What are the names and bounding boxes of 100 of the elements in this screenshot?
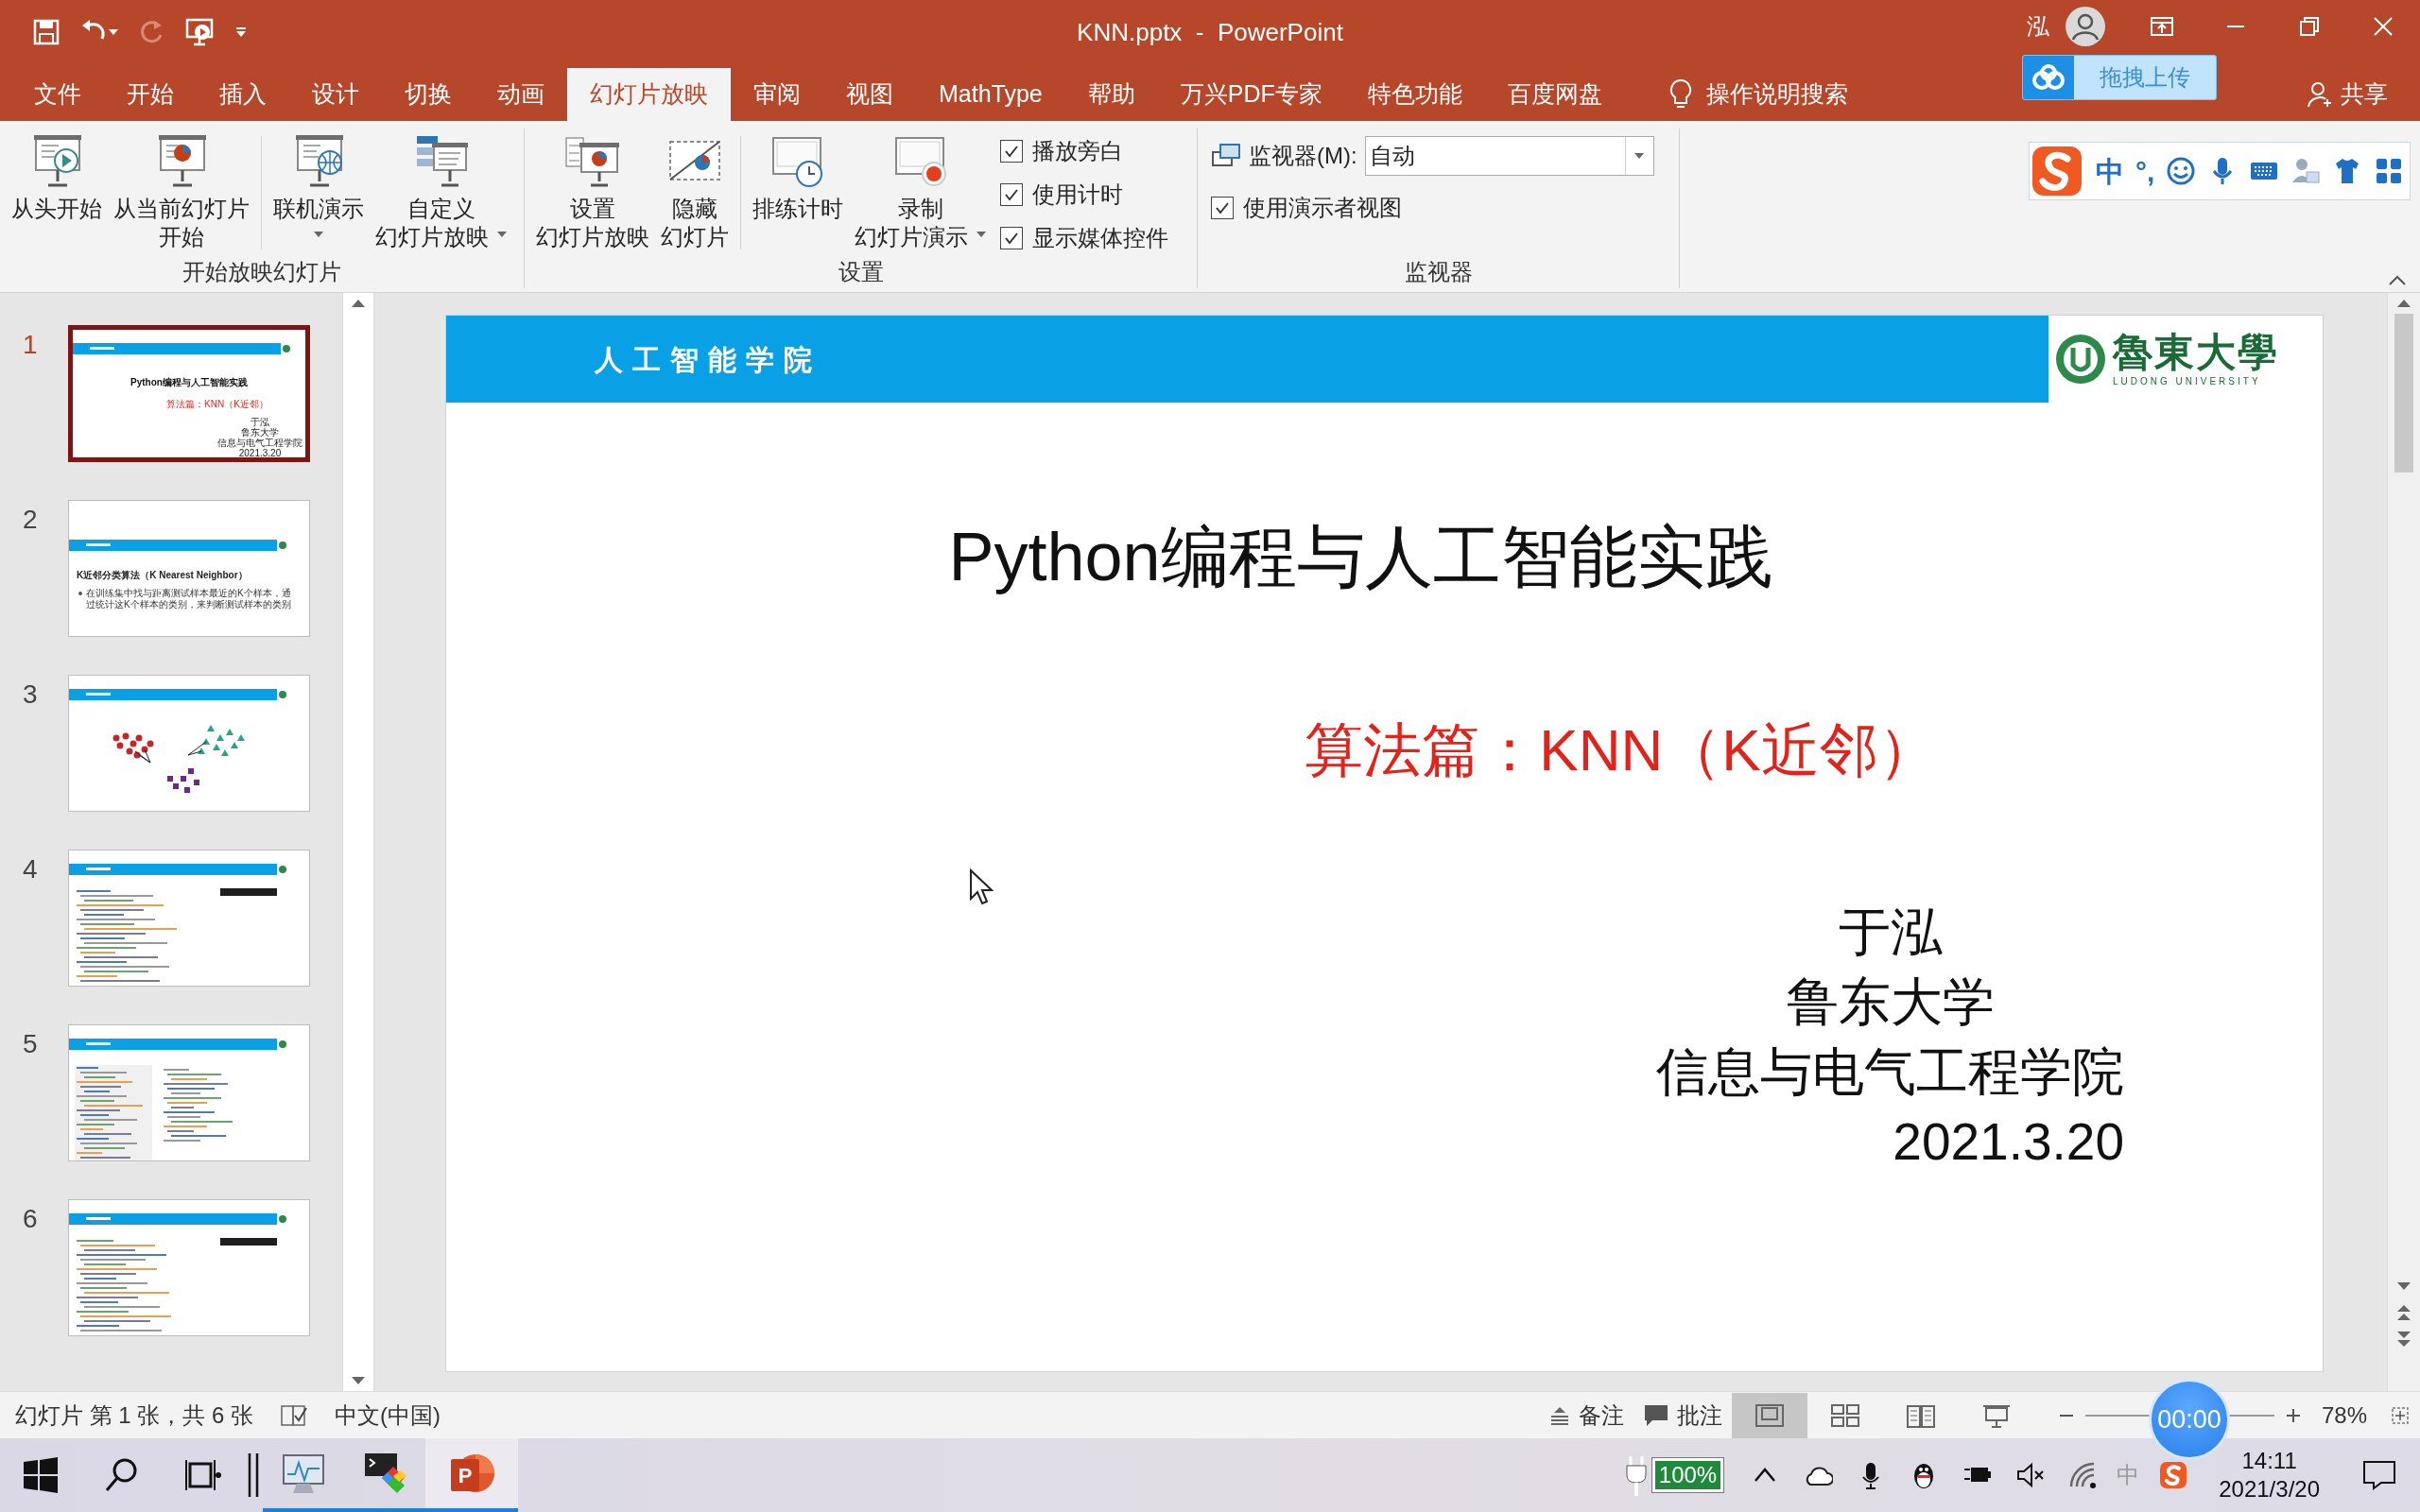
slide-thumbnail[interactable] (68, 1024, 310, 1161)
slide-subtitle: 算法篇：KNN（K近邻） (1304, 716, 1938, 784)
share-button[interactable]: 共享 (2301, 68, 2394, 121)
scroll-up-icon[interactable] (351, 299, 366, 308)
ribbon-button[interactable]: 排练计时 (747, 129, 849, 223)
date-text: 2021.3.20 (1893, 1111, 2124, 1173)
checkbox-label: 使用计时 (1032, 180, 1123, 209)
slide-number: 5 (22, 1028, 39, 1060)
ribbon-tab[interactable]: 审阅 (731, 68, 823, 121)
group-label: 开始放映幻灯片 (182, 258, 342, 286)
thumbnail-subtitle: 算法篇：KNN（K近邻） (165, 398, 269, 411)
ribbon-button[interactable]: 设置 幻灯片放映 (530, 129, 655, 251)
university-name: 魯東大學 (2113, 330, 2279, 374)
ribbon-button[interactable]: 自定义 幻灯片放映 (370, 129, 513, 251)
slide-thumbnail[interactable] (68, 850, 310, 987)
ribbon-tab[interactable]: 百度网盘 (1484, 68, 1625, 121)
data-point (173, 783, 179, 789)
slide-number: 2 (22, 504, 39, 536)
monitor-select[interactable]: 自动 (1364, 136, 1654, 176)
scrollbar[interactable] (2387, 293, 2420, 1391)
checkbox[interactable] (1000, 140, 1023, 163)
ribbon-tab[interactable]: 动画 (475, 68, 567, 121)
ribbon-tab[interactable]: 特色功能 (1344, 68, 1485, 121)
author-text: 信息与电气工程学院 (1656, 1041, 2124, 1103)
checkbox[interactable] (1211, 197, 1234, 219)
mouse-cursor-icon (969, 868, 994, 906)
collapse-ribbon-icon[interactable] (2388, 275, 2407, 286)
scroll-up-icon[interactable] (2396, 299, 2411, 308)
scroll-down-icon[interactable] (2396, 1281, 2411, 1291)
slide-thumbnail[interactable]: Python编程与人工智能实践 算法篇：KNN（K近邻） 于泓 鲁东大学 信息与电气工程学院 2021.3.20 (68, 325, 310, 462)
ribbon-tab[interactable]: 万兴PDF专家 (1157, 68, 1345, 121)
monitor-label: 监视器(M): (1249, 142, 1357, 170)
user-name: 泓 (2027, 12, 2049, 41)
ribbon-tab[interactable]: 切换 (382, 68, 475, 121)
speaker-muted-icon[interactable] (2014, 1460, 2046, 1490)
minimize-icon (2227, 26, 2244, 27)
data-point (184, 787, 190, 793)
power-plug-icon (1623, 1454, 1649, 1496)
ribbon-tab[interactable]: 插入 (197, 68, 289, 121)
ribbon-tab[interactable]: 文件 (11, 68, 104, 121)
scrollbar-thumb[interactable] (2394, 314, 2413, 472)
ribbon-tab[interactable]: 开始 (104, 68, 197, 121)
thumbnail-title: K近邻分类算法（K Nearest Neighbor） (77, 569, 249, 582)
connector-line (187, 741, 207, 756)
ribbon-tab[interactable]: 幻灯片放映 (567, 68, 731, 121)
view-button[interactable] (1731, 1392, 1807, 1438)
slide-sorter-icon (1828, 1401, 1861, 1429)
data-point (194, 780, 199, 785)
ribbon-button[interactable]: 录制 幻灯片演示 (849, 129, 993, 251)
sogou-tray-icon[interactable] (2158, 1460, 2189, 1490)
previous-slide-icon[interactable] (2396, 1304, 2411, 1321)
ribbon-button[interactable]: 联机演示 (268, 129, 370, 244)
powerpoint-app-button[interactable]: P (425, 1438, 518, 1512)
cloud-icon (2031, 63, 2066, 92)
slide-thumbnail[interactable] (68, 675, 310, 812)
thumbnail-text: 信息与电气工程学院 (217, 438, 302, 448)
save-icon (32, 18, 60, 46)
battery-indicator: 100% (1651, 1458, 1724, 1492)
emoji-icon[interactable] (2166, 156, 2197, 186)
ribbon-tab[interactable]: MathType (916, 68, 1065, 121)
connector-line (134, 748, 151, 764)
thumbnail-text: 2021.3.20 (238, 448, 282, 457)
next-slide-icon[interactable] (2396, 1331, 2411, 1348)
data-point (202, 738, 210, 745)
checkbox[interactable] (1000, 183, 1023, 206)
checkbox-label: 使用演示者视图 (1243, 194, 1402, 222)
zoom-level[interactable]: 78% (2321, 1398, 2367, 1433)
slide-counter: 幻灯片 第 1 张，共 6 张 (15, 1400, 254, 1430)
thumbnail-text: 在训练集中找与距离测试样本最近的K个样本，通过统计这K个样本的类别，来判断测试样本的类别 (86, 588, 292, 610)
bullet-icon (78, 592, 82, 595)
group-label: 监视器 (1403, 258, 1474, 286)
slide-title: Python编程与人工智能实践 (947, 518, 1774, 596)
fit-to-window-icon[interactable] (2390, 1404, 2411, 1426)
scroll-down-icon[interactable] (351, 1376, 366, 1385)
university-subtitle: LUDONG UNIVERSITY (2113, 374, 2262, 388)
ribbon-button[interactable]: 从头开始 (6, 129, 108, 223)
start-icon (22, 1456, 60, 1494)
ribbon-tab[interactable]: 设计 (289, 68, 382, 121)
slide-thumbnail[interactable]: K近邻分类算法（K Nearest Neighbor） 在训练集中找与距离测试样本最近的K个样本，通过统计这K个样本的类别，来判断测试样本的类别 (68, 500, 310, 637)
dropdown-caret-icon (1634, 152, 1646, 160)
scrollbar[interactable] (342, 293, 374, 1391)
ribbon-tab[interactable]: 帮助 (1064, 68, 1158, 121)
customize-caret-icon (234, 26, 248, 39)
tell-me-search[interactable]: 操作说明搜索 (1662, 68, 1854, 121)
notes-button[interactable]: 备注 (1538, 1392, 1634, 1438)
ribbon-button[interactable]: 从当前幻灯片 开始 (108, 129, 255, 251)
ime-mode[interactable]: 中 (2096, 149, 2124, 193)
punctuation-toggle[interactable]: °, (2135, 149, 2155, 193)
avatar-icon[interactable] (2065, 6, 2106, 47)
comments-button[interactable]: 批注 (1633, 1392, 1732, 1438)
wifi-icon[interactable] (2067, 1460, 2099, 1490)
ribbon-button[interactable]: 隐藏 幻灯片 (655, 129, 735, 251)
caret-icon (108, 28, 119, 36)
checkbox[interactable] (1000, 227, 1023, 249)
ribbon-tab[interactable]: 视图 (823, 68, 916, 121)
slide-thumbnail[interactable] (68, 1199, 310, 1336)
language-indicator[interactable]: 中文(中国) (335, 1398, 441, 1433)
slide-header-text: 人工智能学院 (595, 341, 821, 378)
checkbox-label: 播放旁白 (1032, 137, 1123, 165)
data-point (226, 729, 233, 735)
